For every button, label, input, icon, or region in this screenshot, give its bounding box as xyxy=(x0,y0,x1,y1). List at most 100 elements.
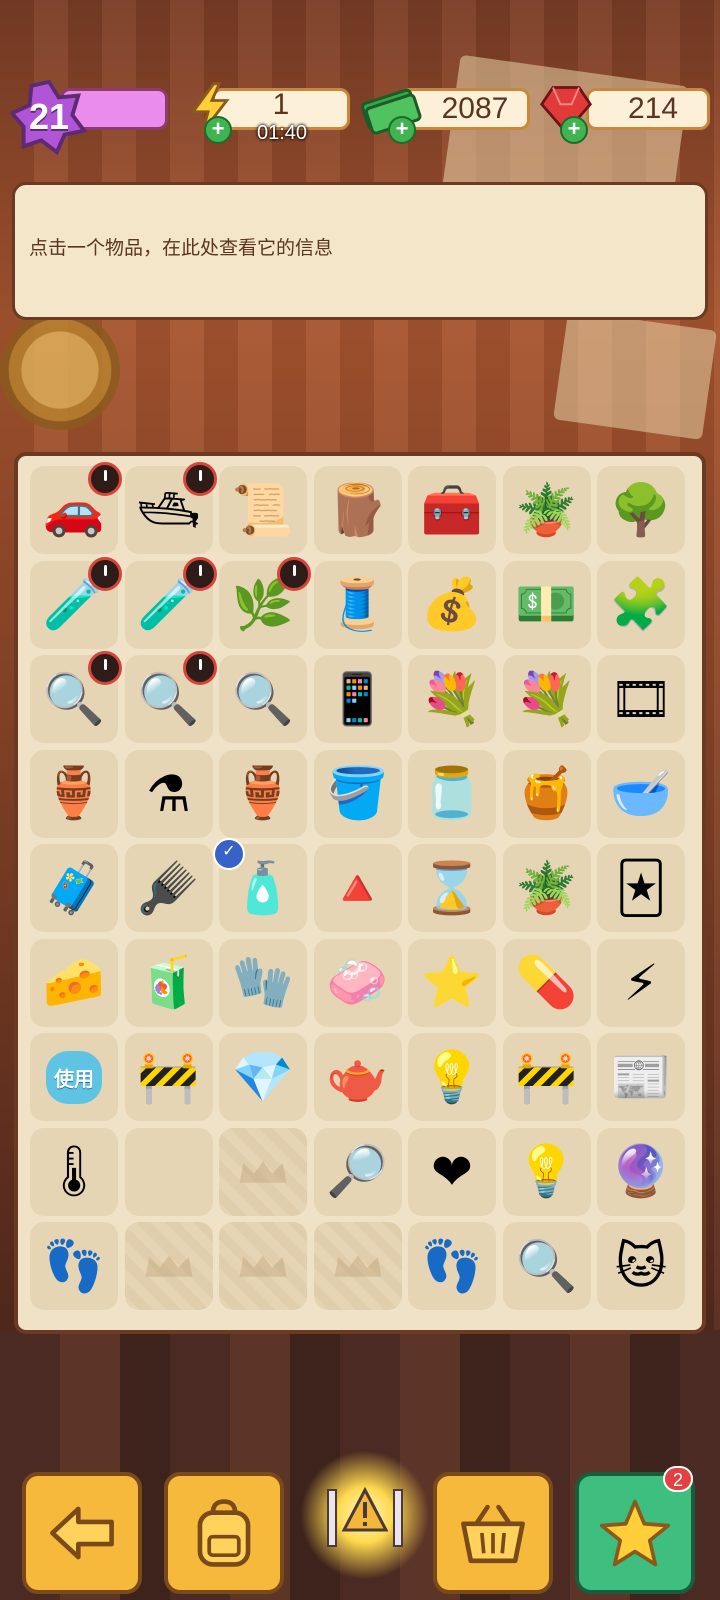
add-cash-icon[interactable]: + xyxy=(388,116,416,144)
purple-gem-icon: 💎 xyxy=(231,1048,295,1105)
board-item-purple-gem[interactable]: 💎 xyxy=(219,1033,307,1121)
board-item-crime-scene-board[interactable]: 🔍 xyxy=(124,651,217,743)
board-item-money-sack[interactable]: 💰 xyxy=(408,560,496,649)
board-item-clay-pot[interactable]: 🏺 xyxy=(30,749,118,838)
flower-bed-icon: 💐 xyxy=(420,670,484,727)
board-item-medicine-kit[interactable]: 🧪 xyxy=(30,556,122,649)
flowering-tree-icon: 🌳 xyxy=(609,481,673,538)
use-item-cell[interactable]: 使用 xyxy=(30,1033,118,1121)
board-item-cheese-wheel[interactable]: 🧀 xyxy=(30,938,118,1027)
board-item-energy-orb[interactable]: ⚡ xyxy=(597,938,685,1027)
board-item-jam-jar[interactable]: 🫙 xyxy=(408,749,496,838)
locked-slot[interactable] xyxy=(219,1222,307,1310)
board-item-cat-bowl[interactable]: 🥣 xyxy=(597,749,685,838)
board-item-spray-bottle[interactable]: 🧴 ✓ xyxy=(213,838,307,932)
board-item-hearts[interactable]: ❤ xyxy=(408,1127,496,1216)
hourglass-tile-icon: ⌛ xyxy=(420,859,484,916)
back-button[interactable] xyxy=(22,1472,142,1594)
board-item-soap-bar[interactable]: 🧼 xyxy=(313,938,402,1027)
board-item-paper-scroll-item[interactable]: 📜 xyxy=(219,466,307,554)
board-item-crime-scene-board[interactable]: 🔍 xyxy=(219,655,307,743)
board-item-ceramic-vase[interactable]: 🏺 xyxy=(219,749,307,838)
board-item-flower-bed[interactable]: 💐 xyxy=(408,655,496,743)
timer-badge-icon xyxy=(182,651,217,685)
board-item-tablet-device[interactable]: 📱 xyxy=(313,655,402,743)
clay-pot-icon: 🏺 xyxy=(42,765,106,821)
energy-value: 1 xyxy=(272,88,290,121)
board-item-red-gloves[interactable]: 🧤 xyxy=(219,938,307,1027)
cone-stand-icon: 🔺 xyxy=(326,859,389,916)
board-item-playing-card[interactable]: 🃏 xyxy=(597,844,685,932)
locked-slot[interactable] xyxy=(219,1127,307,1216)
board-item-juice-bottle[interactable]: 🧃 xyxy=(124,938,213,1027)
board-item-lamp-box[interactable]: 🔮 xyxy=(597,1127,685,1216)
energy-timer: 01:40 xyxy=(256,122,308,144)
add-energy-icon[interactable]: + xyxy=(204,116,232,144)
board-item-film-reel[interactable]: 🎞 xyxy=(597,655,685,743)
board-item-magnifier-blue[interactable]: 🔍 xyxy=(502,1222,591,1310)
warning-sign-icon[interactable] xyxy=(320,1480,410,1550)
tablet-device-icon: 📱 xyxy=(326,670,389,727)
board-item-light-bulb[interactable]: 💡 xyxy=(502,1127,591,1216)
board-item-medicine-kit[interactable]: 🧪 xyxy=(124,556,217,649)
board-item-flower-bed[interactable]: 💐 xyxy=(502,655,591,743)
star-rewards-button[interactable]: 2 xyxy=(575,1466,695,1594)
evidence-bag-icon: 👣 xyxy=(420,1237,484,1294)
potted-plant-icon: 🪴 xyxy=(515,481,578,538)
board-item-purple-star[interactable]: ⭐ xyxy=(408,938,496,1027)
board-item-flower-pot[interactable]: 🪴 xyxy=(502,844,591,932)
empty-slot[interactable] xyxy=(124,1127,213,1216)
resource-bar: 21 1 + 01:40 2087 + 214 + xyxy=(0,78,720,156)
board-item-honey-dipper[interactable]: 🍯 xyxy=(502,749,591,838)
board-item-herb-pot[interactable]: 🌿 xyxy=(219,556,311,649)
board-item-cash-bundle[interactable]: 💵 xyxy=(502,560,591,649)
board-item-blue-teapot[interactable]: 🫖 xyxy=(313,1033,402,1121)
lucky-cat-icon: 🐱 xyxy=(614,1238,668,1294)
board-item-crime-scene-board[interactable]: 🔍 xyxy=(30,651,122,743)
board-item-toolbox-red[interactable]: 🧰 xyxy=(408,466,496,554)
board-item-jet-ski[interactable]: 🛥 xyxy=(124,462,217,554)
board-item-evidence-bag[interactable]: 👣 xyxy=(30,1222,118,1310)
board-item-potted-plant[interactable]: 🪴 xyxy=(502,466,591,554)
locked-slot[interactable] xyxy=(313,1222,402,1310)
board-item-jigsaw-box[interactable]: 🧩 xyxy=(597,560,685,649)
soap-bar-icon: 🧼 xyxy=(326,954,389,1010)
wanted-poster-icon: 📰 xyxy=(609,1048,673,1105)
board-item-cone-stand[interactable]: 🔺 xyxy=(313,844,402,932)
merge-board: 🚗 🛥 📜 🪵 🧰 🪴 🌳 🧪 🧪 🌿 🧵 💰 💵 🧩 🔍 🔍 🔍 📱 💐 💐 🎞 🏺 ⚗ 🏺 🪣 🫙 🍯 🥣 🧳 🪮 🧴 ✓ 🔺 ⌛ 🪴 🃏 🧀 🧃 🧤 🧼… xyxy=(14,452,706,1334)
board-item-barrier[interactable]: 🚧 xyxy=(124,1033,213,1121)
board-item-bandage-bottle[interactable]: 💊 xyxy=(502,938,591,1027)
board-item-thermometer-gun[interactable]: 🌡 xyxy=(30,1127,118,1216)
basket-button[interactable] xyxy=(433,1472,553,1594)
board-item-evidence-bag[interactable]: 👣 xyxy=(408,1222,496,1310)
board-item-hourglass-tile[interactable]: ⌛ xyxy=(408,844,496,932)
board-item-sewing-machine[interactable]: 🧵 xyxy=(313,560,402,649)
hearts-icon: ❤ xyxy=(431,1143,473,1200)
board-item-purple-car[interactable]: 🚗 xyxy=(30,462,122,554)
jigsaw-box-icon: 🧩 xyxy=(609,576,673,632)
potion-vase-icon: ⚗ xyxy=(146,765,191,822)
magnifier-icon: 🔎 xyxy=(326,1143,389,1199)
timer-badge-icon xyxy=(88,462,122,496)
board-item-barrier[interactable]: 🚧 xyxy=(502,1033,591,1121)
board-item-hair-brush[interactable]: 🪮 xyxy=(124,844,213,932)
board-item-clay-pot-small[interactable]: 🪣 xyxy=(313,749,402,838)
board-item-wanted-poster[interactable]: 📰 xyxy=(597,1033,685,1121)
board-item-lucky-cat[interactable]: 🐱 xyxy=(597,1222,685,1310)
backpack-button[interactable] xyxy=(164,1472,284,1594)
board-item-street-lamp[interactable]: 💡 xyxy=(408,1033,496,1121)
board-item-potion-vase[interactable]: ⚗ xyxy=(124,749,213,838)
toolbox-red-icon: 🧰 xyxy=(420,481,484,538)
board-item-wooden-planks[interactable]: 🪵 xyxy=(313,466,402,554)
thermometer-gun-icon: 🌡 xyxy=(42,1143,106,1199)
locked-slot[interactable] xyxy=(124,1222,213,1310)
board-item-flowering-tree[interactable]: 🌳 xyxy=(597,466,685,554)
ceramic-vase-icon: 🏺 xyxy=(231,765,295,821)
board-item-magnifier[interactable]: 🔎 xyxy=(313,1127,402,1216)
crown-icon xyxy=(239,1255,287,1277)
use-label: 使用 xyxy=(46,1050,102,1104)
add-gems-icon[interactable]: + xyxy=(560,116,588,144)
gem-pill[interactable]: 214 xyxy=(586,88,710,130)
board-item-first-aid-case[interactable]: 🧳 xyxy=(30,844,118,932)
timer-badge-icon xyxy=(277,556,311,591)
